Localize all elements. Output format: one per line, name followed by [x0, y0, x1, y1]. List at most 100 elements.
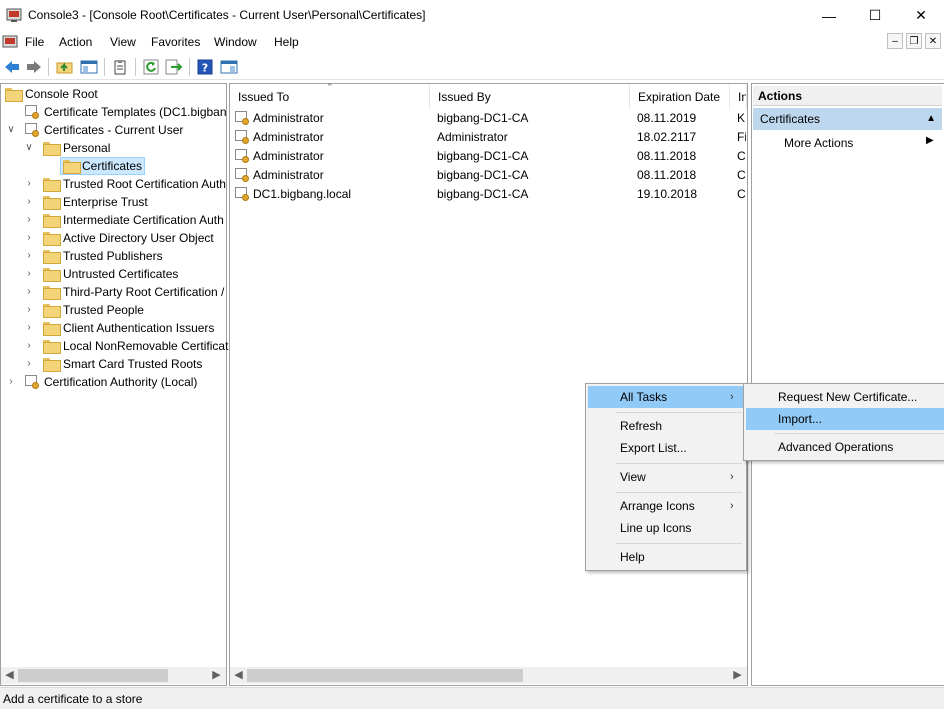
submenu-chevron-icon: › [730, 471, 734, 483]
mdi-close-button[interactable]: ✕ [925, 33, 941, 49]
scroll-left-icon[interactable]: ◀ [230, 667, 247, 684]
table-row[interactable]: Administrator bigbang-DC1-CA 08.11.2018 C [232, 147, 746, 166]
tree-node-label: Smart Card Trusted Roots [63, 357, 203, 371]
sort-ascending-icon: ⌃ [326, 82, 334, 92]
menu-action[interactable]: Action [59, 35, 92, 49]
menu-separator [616, 492, 742, 493]
properties-icon[interactable] [110, 57, 130, 77]
cell-issued-to: Administrator [253, 149, 324, 163]
cell-intended-purposes: Fi [737, 130, 746, 144]
mdi-minimize-button[interactable]: – [887, 33, 903, 49]
cell-issued-to: Administrator [253, 168, 324, 182]
table-row[interactable]: DC1.bigbang.local bigbang-DC1-CA 19.10.201… [232, 185, 746, 204]
menu-item-label: Advanced Operations [778, 440, 894, 454]
menu-item-help[interactable]: Help [588, 546, 744, 568]
chevron-right-icon[interactable]: › [24, 247, 34, 265]
export-list-icon[interactable] [164, 57, 184, 77]
certificate-icon [234, 186, 250, 202]
list-horizontal-scrollbar[interactable]: ◀ ▶ [230, 667, 747, 684]
chevron-right-icon[interactable]: › [24, 319, 34, 337]
up-folder-icon[interactable] [55, 57, 75, 77]
certificate-templates-icon [24, 104, 40, 120]
menu-file[interactable]: File [25, 35, 44, 49]
menu-item-view[interactable]: View › [588, 466, 744, 488]
scroll-left-icon[interactable]: ◀ [1, 667, 18, 684]
chevron-right-icon[interactable]: › [24, 283, 34, 301]
back-arrow-icon[interactable] [2, 57, 22, 77]
chevron-right-icon[interactable]: › [24, 211, 34, 229]
table-row[interactable]: Administrator Administrator 18.02.2117 Fi [232, 128, 746, 147]
column-header-issued-by[interactable]: Issued By [430, 85, 630, 109]
menu-separator [616, 412, 742, 413]
chevron-right-icon[interactable]: › [24, 175, 34, 193]
tree-node-label: Trusted People [63, 303, 144, 317]
menu-item-import[interactable]: Import... [746, 408, 944, 430]
menu-favorites[interactable]: Favorites [151, 35, 200, 49]
chevron-right-icon[interactable]: › [6, 373, 16, 391]
mmc-app-icon [6, 7, 22, 23]
chevron-right-icon[interactable]: › [24, 265, 34, 283]
forward-arrow-icon[interactable] [24, 57, 44, 77]
folder-icon [43, 196, 61, 210]
menu-item-label: Help [620, 550, 645, 564]
tree-node-label: Local NonRemovable Certificat [63, 339, 229, 353]
menu-item-refresh[interactable]: Refresh [588, 415, 744, 437]
menu-separator [616, 463, 742, 464]
folder-icon [43, 232, 61, 246]
table-row[interactable]: Administrator bigbang-DC1-CA 08.11.2018 C [232, 166, 746, 185]
menu-item-request-new-certificate[interactable]: Request New Certificate... [746, 386, 944, 408]
menu-item-line-up-icons[interactable]: Line up Icons [588, 517, 744, 539]
console-menu-icon[interactable] [2, 34, 18, 50]
title-bar: Console3 - [Console Root\Certificates - … [0, 0, 944, 31]
refresh-icon[interactable] [141, 57, 161, 77]
folder-icon [43, 322, 61, 336]
mdi-restore-button[interactable]: ❐ [906, 33, 922, 49]
help-icon[interactable]: ? [195, 57, 215, 77]
chevron-right-icon[interactable]: › [24, 193, 34, 211]
maximize-button[interactable]: ☐ [852, 0, 898, 31]
menu-help[interactable]: Help [274, 35, 299, 49]
menu-item-all-tasks[interactable]: All Tasks › [588, 386, 744, 408]
scroll-right-icon[interactable]: ▶ [208, 667, 225, 684]
actions-header: Actions [753, 86, 942, 106]
menu-separator [774, 433, 944, 434]
menu-item-arrange-icons[interactable]: Arrange Icons › [588, 495, 744, 517]
close-button[interactable]: ✕ [898, 0, 944, 31]
menu-view[interactable]: View [110, 35, 136, 49]
cell-intended-purposes: C [737, 187, 746, 201]
folder-icon [43, 214, 61, 228]
chevron-right-icon[interactable]: › [24, 355, 34, 373]
scroll-right-icon[interactable]: ▶ [729, 667, 746, 684]
chevron-down-icon[interactable]: ∨ [24, 139, 34, 157]
menu-item-label: View [620, 470, 646, 484]
show-hide-tree-icon[interactable] [79, 57, 99, 77]
status-bar: Add a certificate to a store [0, 687, 944, 709]
menu-item-label: Arrange Icons [620, 499, 695, 513]
cell-issued-by: bigbang-DC1-CA [437, 149, 529, 163]
tree-node-certificates[interactable]: Certificates [60, 157, 145, 175]
menu-window[interactable]: Window [214, 35, 257, 49]
table-row[interactable]: Administrator bigbang-DC1-CA 08.11.2019 K [232, 109, 746, 128]
scrollbar-thumb[interactable] [247, 669, 523, 682]
folder-open-icon [63, 160, 81, 174]
more-actions-link[interactable]: More Actions [784, 134, 853, 152]
cell-expiration-date: 08.11.2019 [637, 111, 697, 125]
chevron-right-icon[interactable]: › [24, 229, 34, 247]
chevron-down-icon[interactable]: ∨ [6, 121, 16, 139]
minimize-button[interactable]: — [806, 0, 852, 31]
chevron-right-icon[interactable]: › [24, 301, 34, 319]
column-header-intended-purposes[interactable]: In [730, 85, 747, 109]
column-header-expiration-date[interactable]: Expiration Date [630, 85, 730, 109]
tree-node-label: Third-Party Root Certification / [63, 285, 225, 299]
actions-section-certificates[interactable]: Certificates ▲ [753, 108, 942, 130]
certificates-snapin-icon [24, 122, 40, 138]
menu-item-export-list[interactable]: Export List... [588, 437, 744, 459]
tree-node-label: Untrusted Certificates [63, 267, 179, 281]
scrollbar-thumb[interactable] [18, 669, 168, 682]
tree-horizontal-scrollbar[interactable]: ◀ ▶ [1, 667, 226, 684]
collapse-up-icon[interactable]: ▲ [926, 108, 936, 130]
chevron-right-icon[interactable]: › [24, 337, 34, 355]
show-hide-action-pane-icon[interactable] [219, 57, 239, 77]
menu-item-label: Request New Certificate... [778, 390, 918, 404]
menu-item-advanced-operations[interactable]: Advanced Operations [746, 436, 944, 458]
